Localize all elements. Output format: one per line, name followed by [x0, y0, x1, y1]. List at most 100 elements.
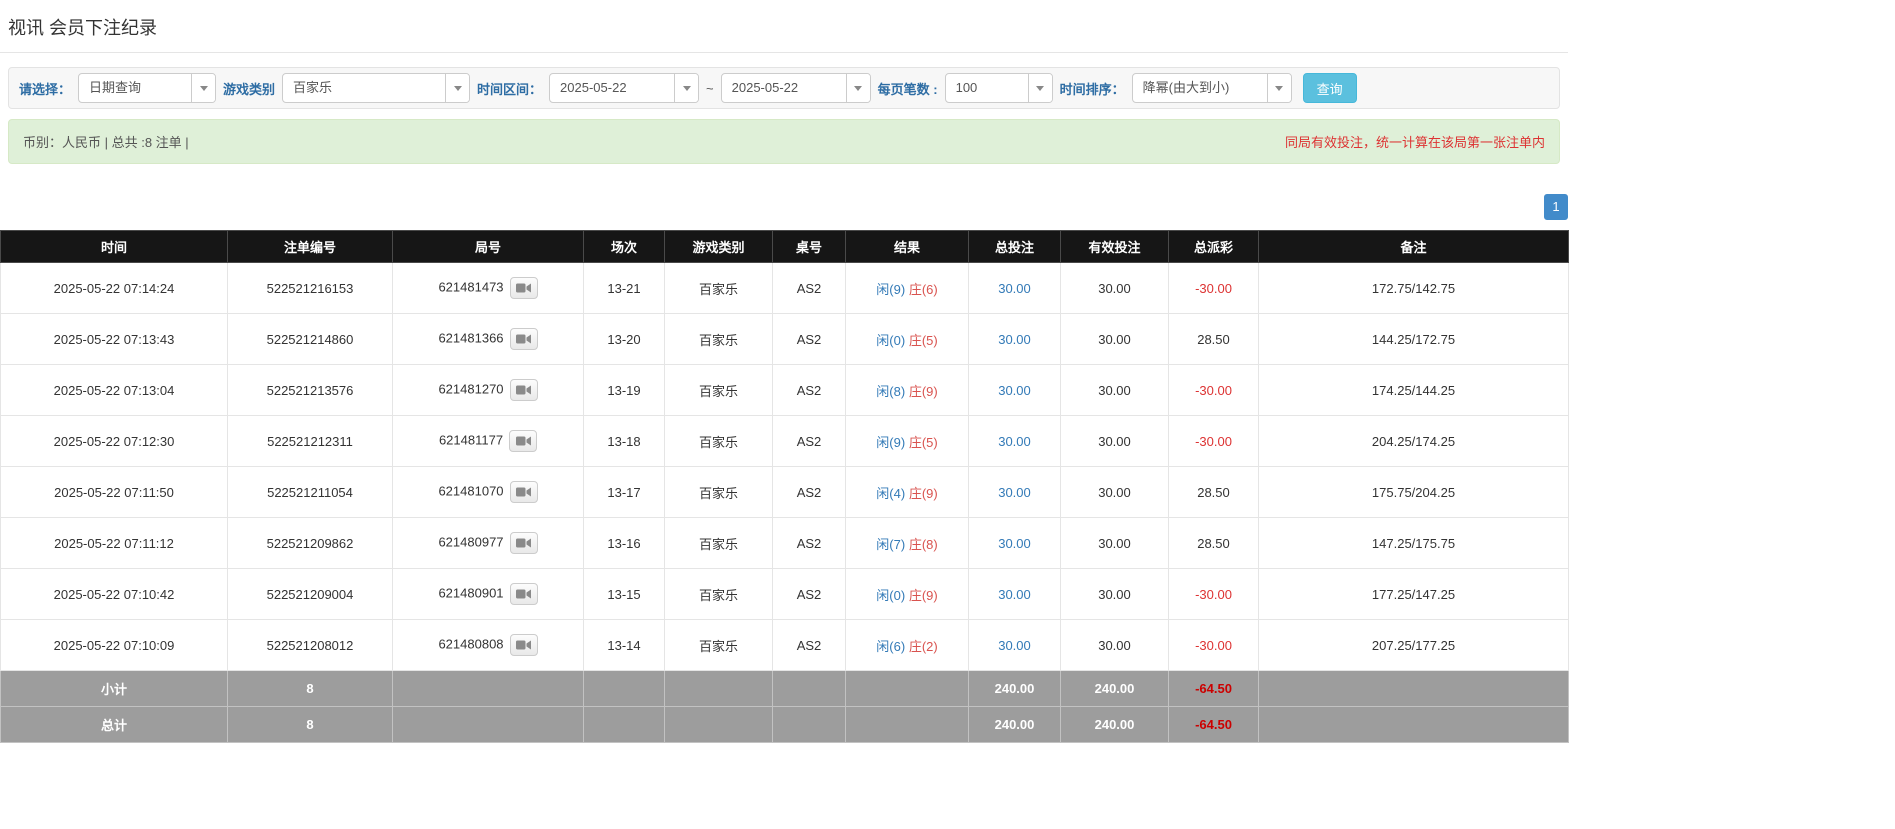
video-replay-button[interactable]	[509, 430, 538, 452]
cell-time: 2025-05-22 07:11:50	[0, 466, 228, 518]
summary-right-note: 同局有效投注，统一计算在该局第一张注单内	[1284, 135, 1545, 150]
date-range-separator: ~	[706, 80, 714, 96]
cell-total-bet[interactable]: 30.00	[968, 262, 1061, 314]
video-replay-button[interactable]	[509, 583, 538, 605]
cell-game-type: 百家乐	[664, 262, 773, 314]
summary-row: 总计 8 240.00 240.00 -64.50	[0, 706, 1569, 743]
cell-time: 2025-05-22 07:11:12	[0, 517, 228, 569]
result-player: 闲(7)	[876, 536, 906, 552]
cell-game-type: 百家乐	[664, 568, 773, 620]
video-replay-button[interactable]	[509, 481, 538, 503]
table-footer: 小计 8 240.00 240.00 -64.50 总计 8 240.00 240.00 -64.…	[0, 670, 1569, 743]
cell-total-bet[interactable]: 30.00	[968, 364, 1061, 416]
table-row: 2025-05-22 07:13:43 522521214860 621481366…	[0, 313, 1569, 365]
cell-total-bet[interactable]: 30.00	[968, 313, 1061, 365]
cell-remark: 144.25/172.75	[1258, 313, 1569, 365]
cell-time: 2025-05-22 07:12:30	[0, 415, 228, 467]
cell-session: 13-19	[583, 364, 665, 416]
cell-round-no: 621481270	[392, 364, 584, 416]
round-number: 621480901	[438, 585, 504, 601]
chevron-down-icon[interactable]	[191, 74, 216, 102]
result-banker: 庄(5)	[908, 434, 938, 450]
summary-row: 小计 8 240.00 240.00 -64.50	[0, 670, 1569, 707]
round-number: 621481473	[438, 279, 504, 295]
result-player: 闲(6)	[876, 638, 906, 654]
summary-count: 8	[227, 670, 393, 707]
cell-payout: -30.00	[1168, 619, 1259, 671]
game-type-value: 百家乐	[293, 80, 333, 95]
cell-game-type: 百家乐	[664, 313, 773, 365]
result-banker: 庄(9)	[908, 383, 938, 399]
search-button[interactable]: 查询	[1302, 73, 1357, 103]
result-player: 闲(9)	[876, 281, 906, 297]
summary-total-bet: 240.00	[968, 670, 1061, 707]
result-player: 闲(0)	[876, 587, 906, 603]
column-header: 场次	[583, 230, 665, 263]
chevron-down-icon[interactable]	[1027, 74, 1052, 102]
cell-time: 2025-05-22 07:13:04	[0, 364, 228, 416]
sort-order-select[interactable]: 降幂(由大到小)	[1131, 73, 1292, 103]
column-header: 桌号	[772, 230, 846, 263]
cell-table-no: AS2	[772, 262, 846, 314]
page-button-1[interactable]: 1	[1544, 194, 1568, 220]
page-size-select[interactable]: 100	[944, 73, 1053, 103]
result-banker: 庄(5)	[908, 332, 938, 348]
date-from-select[interactable]: 2025-05-22	[549, 73, 700, 103]
game-type-select[interactable]: 百家乐	[282, 73, 471, 103]
chevron-down-icon[interactable]	[445, 74, 470, 102]
result-banker: 庄(8)	[908, 536, 938, 552]
summary-valid-bet: 240.00	[1060, 670, 1169, 707]
cell-round-no: 621481473	[392, 262, 584, 314]
video-replay-button[interactable]	[509, 379, 538, 401]
cell-table-no: AS2	[772, 313, 846, 365]
result-banker: 庄(9)	[908, 587, 938, 603]
date-to-select[interactable]: 2025-05-22	[720, 73, 871, 103]
cell-remark: 174.25/144.25	[1258, 364, 1569, 416]
cell-result: 闲(9) 庄(6)	[845, 262, 969, 314]
round-number: 621481366	[438, 330, 504, 346]
video-replay-button[interactable]	[509, 277, 538, 299]
column-header: 游戏类别	[664, 230, 773, 263]
summary-count: 8	[227, 706, 393, 743]
round-number: 621481177	[438, 432, 504, 448]
cell-round-no: 621480977	[392, 517, 584, 569]
cell-result: 闲(9) 庄(5)	[845, 415, 969, 467]
cell-round-no: 621481177	[392, 415, 584, 467]
cell-valid-bet: 30.00	[1060, 619, 1169, 671]
cell-result: 闲(8) 庄(9)	[845, 364, 969, 416]
cell-result: 闲(6) 庄(2)	[845, 619, 969, 671]
cell-total-bet[interactable]: 30.00	[968, 568, 1061, 620]
cell-bet-id: 522521209862	[227, 517, 393, 569]
pagination: 1	[0, 194, 1568, 220]
cell-total-bet[interactable]: 30.00	[968, 466, 1061, 518]
round-number: 621481270	[438, 381, 504, 397]
cell-valid-bet: 30.00	[1060, 568, 1169, 620]
round-number: 621480808	[438, 636, 504, 652]
round-number: 621480977	[438, 534, 504, 550]
page-size-value: 100	[955, 80, 978, 95]
column-header: 备注	[1258, 230, 1569, 263]
cell-total-bet[interactable]: 30.00	[968, 619, 1061, 671]
result-banker: 庄(9)	[908, 485, 938, 501]
query-type-value: 日期查询	[89, 80, 142, 95]
cell-result: 闲(4) 庄(9)	[845, 466, 969, 518]
video-replay-button[interactable]	[509, 634, 538, 656]
cell-total-bet[interactable]: 30.00	[968, 517, 1061, 569]
chevron-down-icon[interactable]	[1266, 74, 1291, 102]
video-replay-button[interactable]	[509, 328, 538, 350]
cell-session: 13-17	[583, 466, 665, 518]
cell-total-bet[interactable]: 30.00	[968, 415, 1061, 467]
column-header: 结果	[845, 230, 969, 263]
query-type-select[interactable]: 日期查询	[78, 73, 217, 103]
cell-table-no: AS2	[772, 415, 846, 467]
date-to-value: 2025-05-22	[731, 80, 799, 95]
chevron-down-icon[interactable]	[674, 74, 699, 102]
cell-remark: 207.25/177.25	[1258, 619, 1569, 671]
cell-valid-bet: 30.00	[1060, 415, 1169, 467]
video-replay-button[interactable]	[509, 532, 538, 554]
cell-payout: -30.00	[1168, 568, 1259, 620]
cell-payout: -30.00	[1168, 262, 1259, 314]
cell-game-type: 百家乐	[664, 619, 773, 671]
summary-bar: 币别：人民币 | 总共 :8 注单 | 同局有效投注，统一计算在该局第一张注单内	[8, 119, 1560, 164]
chevron-down-icon[interactable]	[845, 74, 870, 102]
